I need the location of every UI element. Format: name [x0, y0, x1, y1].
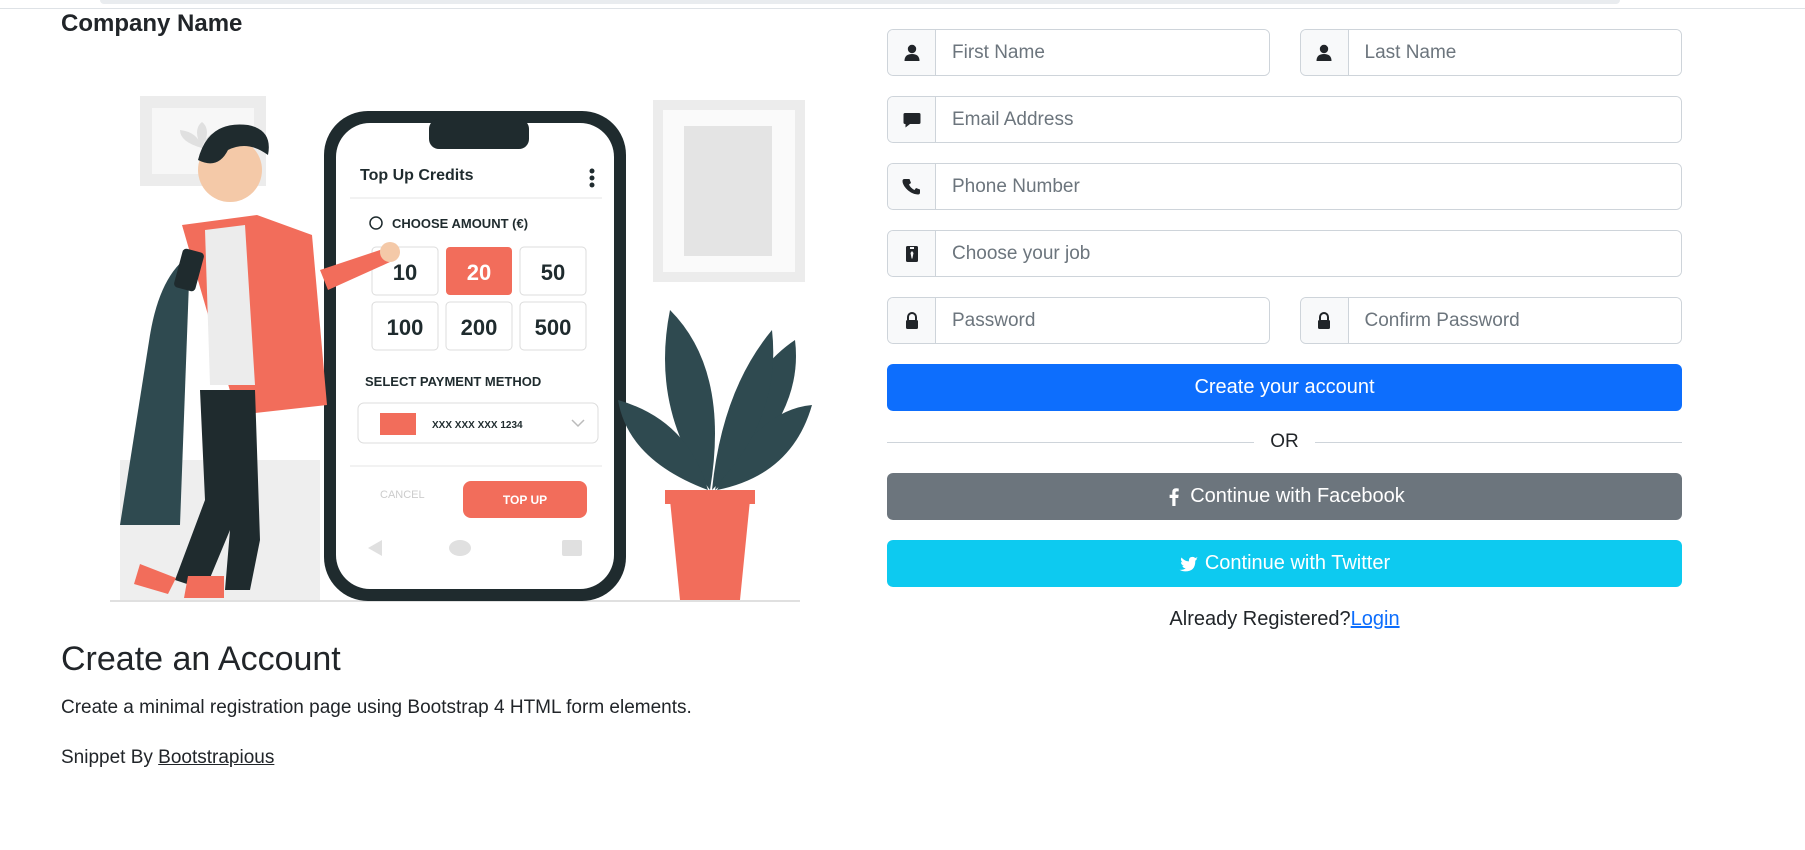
message-icon [888, 97, 936, 142]
amount-tile-selected: 20 [467, 260, 491, 285]
scroll-hint [100, 0, 1620, 4]
amount-tile: 10 [393, 260, 417, 285]
create-account-label: Create your account [1194, 376, 1375, 398]
lock-icon [888, 298, 936, 343]
divider-line [1314, 441, 1682, 443]
facebook-label: Continue with Facebook [1190, 485, 1405, 507]
or-divider: OR [887, 411, 1682, 473]
last-name-group [1299, 29, 1682, 76]
payment-method-label: SELECT PAYMENT METHOD [365, 374, 541, 389]
job-group [887, 230, 1682, 277]
last-name-input[interactable] [1348, 30, 1681, 75]
or-label: OR [1270, 431, 1299, 452]
facebook-button[interactable]: Continue with Facebook [887, 473, 1682, 520]
job-row [887, 230, 1682, 277]
password-input[interactable] [936, 298, 1269, 343]
divider-line [887, 441, 1255, 443]
id-badge-icon [888, 231, 936, 276]
twitter-button[interactable]: Continue with Twitter [887, 540, 1682, 587]
phone-title: Top Up Credits [360, 167, 474, 184]
amount-tile: 200 [461, 315, 498, 340]
company-name: Company Name [61, 10, 243, 37]
first-name-input[interactable] [936, 30, 1269, 75]
phone-group [887, 163, 1682, 210]
amount-tile: 100 [387, 315, 424, 340]
card-number: XXX XXX XXX 1234 [432, 420, 523, 431]
facebook-icon [1169, 487, 1179, 506]
password-group [887, 297, 1270, 344]
snippet-credit: Snippet By Bootstrapious [61, 747, 274, 769]
amount-tile: 500 [535, 315, 572, 340]
phone-icon [888, 164, 936, 209]
login-link[interactable]: Login [1351, 608, 1400, 630]
name-row [887, 29, 1682, 76]
user-icon [1300, 30, 1349, 75]
job-input[interactable] [936, 231, 1681, 276]
confirm-password-group [1299, 297, 1682, 344]
email-group [887, 96, 1682, 143]
lock-icon [1300, 298, 1349, 343]
twitter-label: Continue with Twitter [1204, 552, 1391, 574]
already-registered: Already Registered?Login [887, 608, 1682, 631]
snippet-prefix: Snippet By [61, 747, 159, 768]
cancel-label: CANCEL [380, 489, 425, 501]
email-row [887, 96, 1682, 143]
hero-illustration: Top Up Credits CHOOSE AMOUNT (€) 10 20 5… [110, 96, 812, 602]
twitter-icon [1179, 556, 1198, 571]
amount-tile: 50 [541, 260, 565, 285]
confirm-password-input[interactable] [1348, 298, 1681, 343]
registration-form: Create your account OR Continue with Fac… [887, 29, 1682, 631]
phone-input[interactable] [936, 164, 1681, 209]
phone-row [887, 163, 1682, 210]
top-up-label: TOP UP [503, 493, 547, 507]
email-input[interactable] [936, 97, 1681, 142]
user-icon [888, 30, 936, 75]
already-registered-text: Already Registered? [1169, 608, 1351, 630]
top-bar [0, 0, 1805, 9]
bootstrapious-link[interactable]: Bootstrapious [158, 747, 274, 768]
password-row [887, 297, 1682, 344]
create-account-button[interactable]: Create your account [887, 364, 1682, 411]
choose-amount-label: CHOOSE AMOUNT (€) [392, 216, 528, 231]
first-name-group [887, 29, 1270, 76]
page-title: Create an Account [61, 640, 341, 678]
page-description: Create a minimal registration page using… [61, 697, 692, 718]
